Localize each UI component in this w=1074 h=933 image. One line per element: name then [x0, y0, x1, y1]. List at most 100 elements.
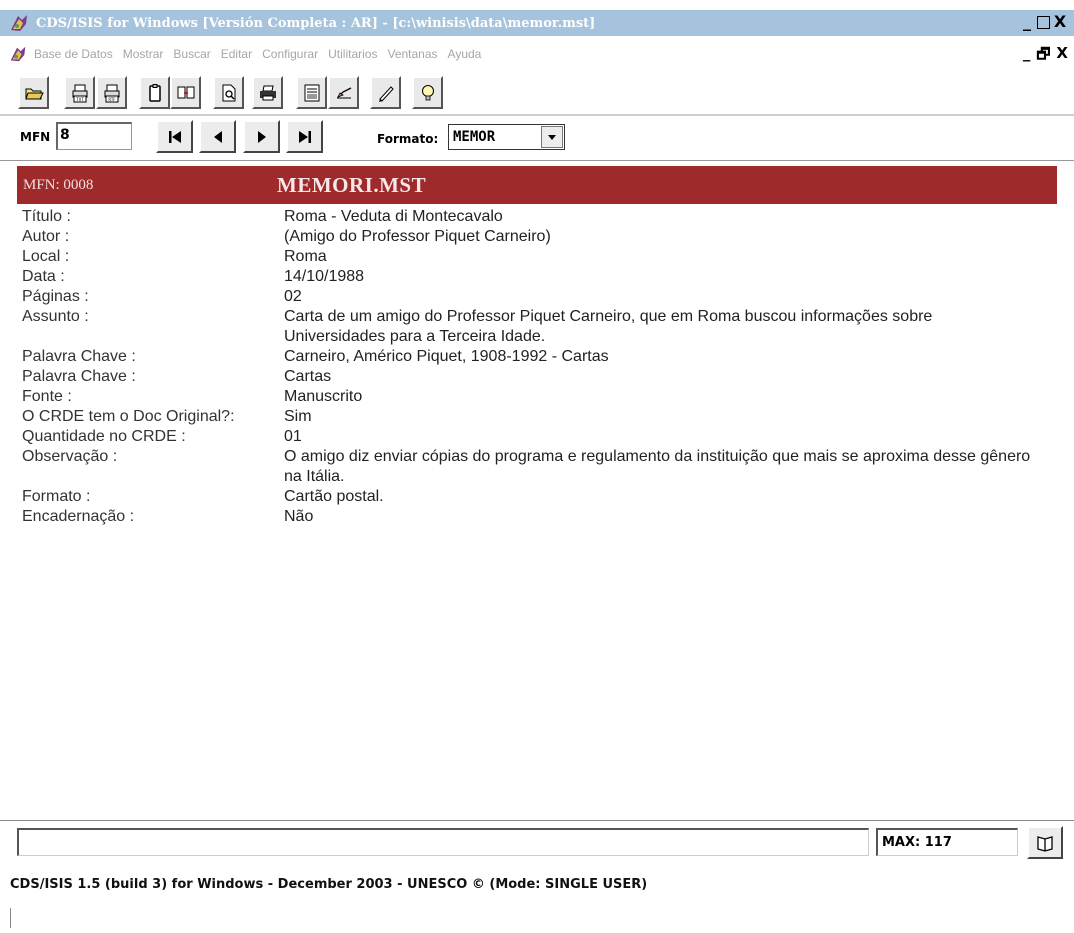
format-label: Formato:: [377, 132, 439, 146]
field-value: Não: [284, 508, 314, 525]
field-value: Roma - Veduta di Montecavalo: [284, 208, 503, 225]
previous-record-icon: [213, 130, 222, 143]
clipboard-button[interactable]: [139, 76, 170, 109]
field-label: Fonte :: [22, 388, 72, 405]
field-label: Autor :: [22, 228, 70, 245]
close-button[interactable]: X: [1052, 12, 1068, 32]
pencil-button[interactable]: [370, 76, 401, 109]
print-rtf-icon: RTF: [104, 84, 119, 102]
field-label: Local :: [22, 248, 70, 265]
field-value: Carta de um amigo do Professor Piquet Ca…: [284, 308, 933, 345]
form-button[interactable]: [296, 76, 327, 109]
record-header: MFN: 0008 MEMORI.MST: [17, 166, 1057, 204]
printer-icon: [259, 85, 276, 100]
preview-icon: [222, 84, 235, 101]
field-value: Cartão postal.: [284, 488, 384, 505]
field-row: Encadernação : Não: [22, 507, 1052, 527]
document-app-icon[interactable]: [8, 44, 28, 64]
open-folder-icon: [24, 88, 44, 99]
message-field: [17, 828, 869, 856]
toolbar-divider: [0, 114, 1074, 116]
lightbulb-icon: [421, 84, 434, 100]
menu-ayuda[interactable]: Ayuda: [448, 47, 482, 61]
print-rtf-button[interactable]: RTF: [96, 76, 127, 109]
doc-close-button[interactable]: X: [1056, 44, 1068, 69]
print-txt-button[interactable]: TXT: [64, 76, 95, 109]
menu-base-de-datos[interactable]: Base de Datos: [34, 47, 113, 61]
field-row: Data : 14/10/1988: [22, 267, 1052, 287]
format-value: MEMOR: [453, 129, 496, 145]
menu-mostrar[interactable]: Mostrar: [123, 47, 164, 61]
field-row: Páginas : 02: [22, 287, 1052, 307]
copy-records-button[interactable]: [170, 76, 201, 109]
chevron-down-icon[interactable]: [541, 126, 563, 148]
status-row: MAX: 117: [0, 824, 1074, 866]
next-record-icon: [257, 130, 266, 143]
field-value: O amigo diz enviar cópias do programa e …: [284, 448, 1031, 485]
field-row: Assunto : Carta de um amigo do Professor…: [22, 307, 1052, 347]
field-row: O CRDE tem o Doc Original?: Sim: [22, 407, 1052, 427]
mfn-input[interactable]: 8: [56, 122, 132, 150]
minimize-button[interactable]: _: [1019, 12, 1035, 32]
format-select[interactable]: MEMOR: [448, 124, 565, 150]
first-record-button[interactable]: [156, 120, 193, 153]
app-icon: [11, 15, 27, 31]
nav-divider: [0, 160, 1074, 161]
menu-configurar[interactable]: Configurar: [262, 47, 318, 61]
field-label: Encadernação :: [22, 508, 135, 525]
field-value: Cartas: [284, 368, 332, 385]
previous-record-button[interactable]: [199, 120, 236, 153]
last-record-button[interactable]: [286, 120, 323, 153]
edit-record-button[interactable]: [328, 76, 359, 109]
dictionary-button[interactable]: [1027, 826, 1063, 859]
hint-button[interactable]: [412, 76, 443, 109]
navigation-bar: MFN 8 Formato: MEMOR: [0, 118, 1074, 158]
record-database-name: MEMORI.MST: [277, 173, 427, 197]
form-icon: [304, 84, 319, 101]
svg-text:TXT: TXT: [75, 97, 84, 102]
field-value: 14/10/1988: [284, 268, 365, 285]
field-row: Formato : Cartão postal.: [22, 487, 1052, 507]
field-label: Data :: [22, 268, 65, 285]
field-label: Páginas :: [22, 288, 89, 305]
open-database-button[interactable]: [18, 76, 49, 109]
edit-broom-icon: [336, 86, 351, 98]
menu-utilitarios[interactable]: Utilitarios: [328, 47, 377, 61]
menu-editar[interactable]: Editar: [221, 47, 252, 61]
clipboard-icon: [148, 83, 161, 102]
field-row: Fonte : Manuscrito: [22, 387, 1052, 407]
field-label: Observação :: [22, 448, 118, 465]
doc-restore-button[interactable]: 🗗: [1036, 44, 1050, 69]
field-row: Observação : O amigo diz enviar cópias d…: [22, 447, 1052, 487]
field-label: Título :: [22, 208, 71, 225]
footer-status: CDS/ISIS 1.5 (build 3) for Windows - Dec…: [10, 877, 648, 892]
field-value: 02: [284, 288, 302, 305]
svg-text:RTF: RTF: [108, 97, 116, 102]
next-record-button[interactable]: [243, 120, 280, 153]
field-value: Manuscrito: [284, 388, 363, 405]
field-label: Formato :: [22, 488, 91, 505]
status-divider: [0, 820, 1074, 821]
window-controls: _ X: [1019, 12, 1068, 32]
print-button[interactable]: [252, 76, 283, 109]
record-fields: Título : Roma - Veduta di Montecavalo Au…: [22, 207, 1052, 527]
menu-buscar[interactable]: Buscar: [173, 47, 210, 61]
book-icon: [1037, 835, 1053, 852]
field-value: Sim: [284, 408, 312, 425]
field-value: (Amigo do Professor Piquet Carneiro): [284, 228, 551, 245]
copy-records-icon: [177, 86, 194, 98]
field-row: Palavra Chave : Carneiro, Américo Piquet…: [22, 347, 1052, 367]
menu-ventanas[interactable]: Ventanas: [387, 47, 437, 61]
field-label: O CRDE tem o Doc Original?:: [22, 408, 235, 425]
window-title: CDS/ISIS for Windows [Versión Completa :…: [36, 15, 596, 31]
document-window-controls: _ 🗗 X: [1023, 44, 1068, 69]
field-value: Roma: [284, 248, 327, 265]
first-record-icon: [168, 130, 181, 143]
doc-minimize-button[interactable]: _: [1023, 44, 1031, 69]
maximize-button[interactable]: [1037, 16, 1050, 29]
menu-bar: Base de Datos Mostrar Buscar Editar Conf…: [0, 42, 1074, 66]
mfn-label: MFN: [20, 130, 51, 144]
field-label: Palavra Chave :: [22, 348, 136, 365]
print-txt-icon: TXT: [72, 84, 87, 102]
preview-button[interactable]: [213, 76, 244, 109]
